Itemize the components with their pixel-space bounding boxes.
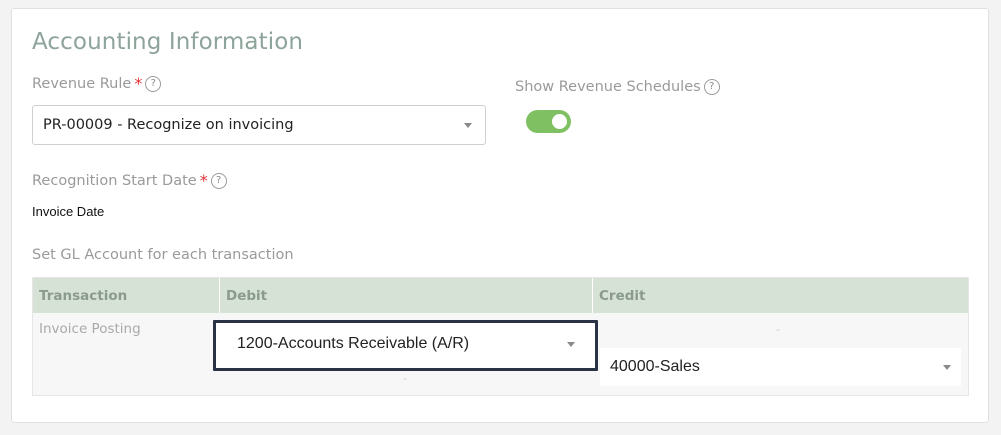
required-marker: * <box>199 171 208 190</box>
column-header-debit: Debit <box>220 278 593 313</box>
chevron-down-icon <box>943 365 951 370</box>
credit-account-value: 40000-Sales <box>610 358 700 375</box>
revenue-rule-select[interactable]: PR-00009 - Recognize on invoicing <box>32 105 486 145</box>
recognition-start-label-text: Recognition Start Date <box>32 172 197 189</box>
column-header-transaction: Transaction <box>33 278 220 313</box>
table-header: Transaction Debit Credit <box>33 278 968 313</box>
chevron-down-icon <box>567 342 575 347</box>
debit-placeholder-dash: - <box>403 372 407 385</box>
toggle-knob <box>552 114 567 129</box>
recognition-start-value: Invoice Date <box>32 204 105 219</box>
show-schedules-label: Show Revenue Schedules ? <box>515 79 720 95</box>
section-title: Accounting Information <box>32 29 304 55</box>
gl-section-title: Set GL Account for each transaction <box>32 247 294 263</box>
help-icon[interactable]: ? <box>210 172 227 189</box>
accounting-panel: Accounting Information Revenue Rule * ? … <box>11 8 989 423</box>
revenue-rule-label: Revenue Rule * ? <box>32 74 162 93</box>
revenue-rule-label-text: Revenue Rule <box>32 75 132 92</box>
recognition-start-label: Recognition Start Date * ? <box>32 171 227 190</box>
transaction-cell: Invoice Posting <box>39 321 141 337</box>
revenue-rule-value: PR-00009 - Recognize on invoicing <box>43 117 294 133</box>
help-icon[interactable]: ? <box>145 75 162 92</box>
help-icon[interactable]: ? <box>703 79 720 95</box>
debit-account-value: 1200-Accounts Receivable (A/R) <box>237 335 470 352</box>
debit-account-select[interactable]: 1200-Accounts Receivable (A/R) <box>213 320 598 371</box>
show-schedules-toggle[interactable] <box>526 110 571 133</box>
show-schedules-label-text: Show Revenue Schedules <box>515 79 701 95</box>
credit-placeholder-dash: - <box>776 323 780 336</box>
required-marker: * <box>134 74 143 93</box>
column-header-credit: Credit <box>599 287 646 304</box>
chevron-down-icon <box>464 123 472 128</box>
credit-account-select[interactable]: 40000-Sales <box>600 348 961 386</box>
